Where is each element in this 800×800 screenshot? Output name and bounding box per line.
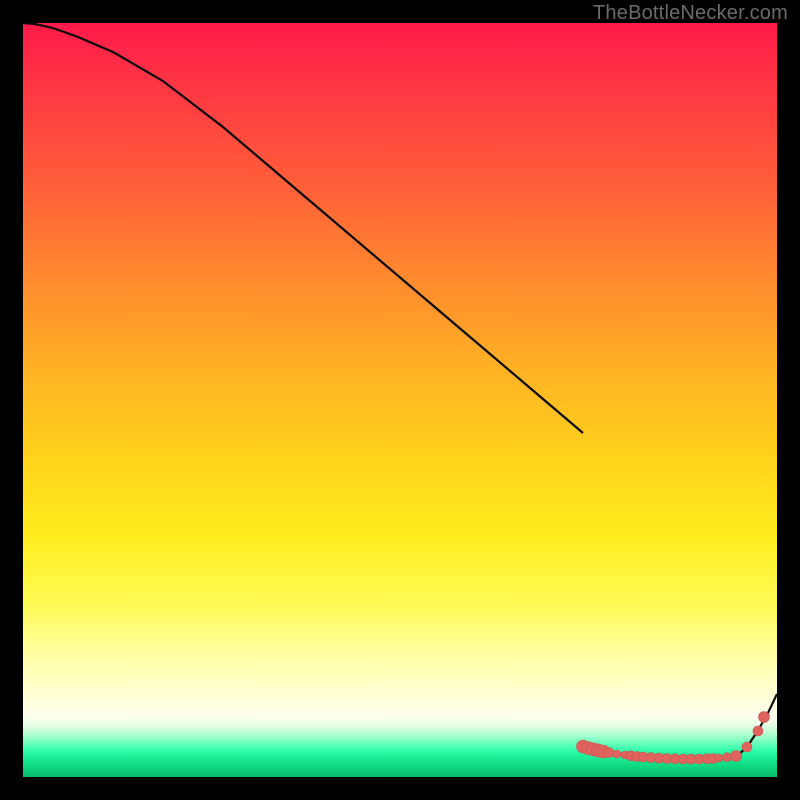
data-marker bbox=[742, 742, 752, 752]
data-marker bbox=[731, 751, 742, 762]
curve-left bbox=[23, 23, 583, 433]
chart-stage: TheBottleNecker.com bbox=[0, 0, 800, 800]
data-marker bbox=[723, 753, 732, 762]
data-marker bbox=[613, 750, 621, 758]
watermark-text: TheBottleNecker.com bbox=[593, 2, 788, 25]
data-marker bbox=[604, 748, 614, 758]
data-marker bbox=[753, 726, 763, 736]
curve-overlay bbox=[23, 23, 777, 777]
data-marker bbox=[759, 712, 770, 723]
marker-group bbox=[577, 712, 770, 765]
plot-area bbox=[23, 23, 777, 777]
data-marker bbox=[715, 754, 723, 762]
